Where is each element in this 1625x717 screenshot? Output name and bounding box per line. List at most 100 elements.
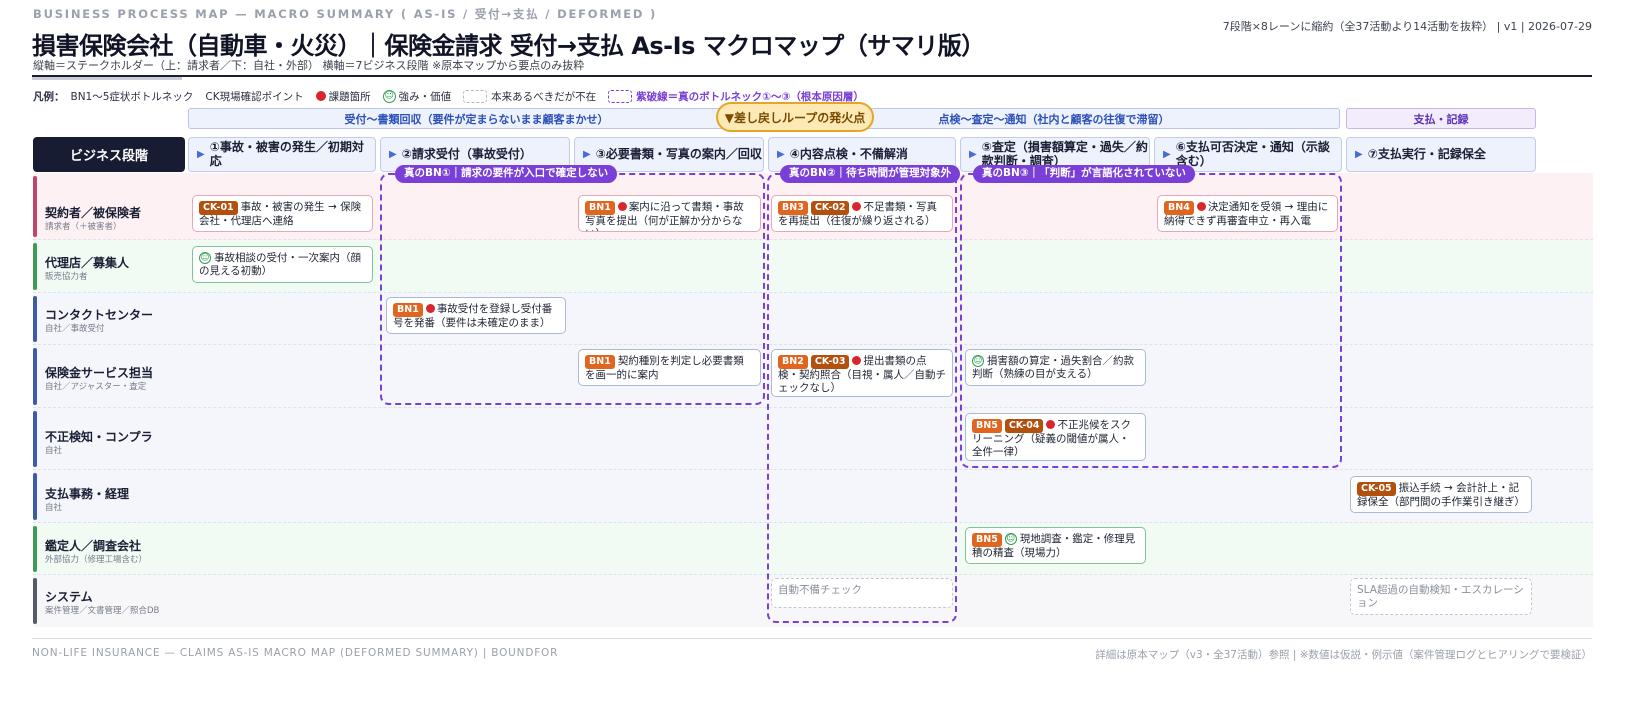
- issue-dot-icon: [852, 356, 862, 365]
- activity-card[interactable]: BN1案内に沿って書類・事故写真を提出（何が正解か分からない）: [578, 195, 761, 232]
- issue-dot-icon: [315, 91, 326, 101]
- lane-name: 契約者／被保険者: [45, 206, 142, 220]
- legend-issue-text: 課題箇所: [328, 90, 371, 103]
- bottleneck-tag: BN5: [972, 533, 1002, 547]
- purple-dashed-box-icon: [608, 89, 633, 103]
- activity-card[interactable]: BN5 CK-04 不正兆候をスクリーニング（疑義の閾値が属人・全件一律）: [965, 413, 1146, 461]
- activity-card[interactable]: BN5 ☺ 現地調査・鑑定・修理見積の精査（現場力）: [965, 527, 1146, 564]
- issue-dot-icon: [852, 202, 862, 211]
- root-cause-label-2: 真のBN②｜待ち時間が管理対象外: [780, 165, 961, 183]
- bottleneck-tag: BN4: [1164, 201, 1194, 215]
- activity-card[interactable]: CK-01 事故・被害の発生 → 保険会社・代理店へ連絡: [192, 195, 373, 232]
- stage-2-label: ②請求受付（事故受付）: [401, 146, 532, 161]
- lane-color-bar: [33, 243, 37, 290]
- lane-name: 不正検知・コンプラ: [45, 430, 153, 444]
- activity-card[interactable]: BN3 CK-02 不足書類・写真を再提出（往復が繰り返される）: [771, 195, 953, 232]
- lane-name: 鑑定人／調査会社: [45, 539, 142, 553]
- header-kicker: BUSINESS PROCESS MAP — MACRO SUMMARY ( A…: [33, 7, 658, 21]
- lane-color-bar: [33, 578, 37, 624]
- root-cause-label-1: 真のBN①｜請求の要件が入口で確定しない: [395, 165, 618, 183]
- footer-right: 詳細は原本マップ（v3・全37活動）参照 | ※数値は仮説・例示値（案件管理ログ…: [1095, 649, 1592, 661]
- check-tag: CK-03: [810, 355, 850, 369]
- phase-header-intake: 受付〜書類回収（要件が定まらないまま顧客まかせ）: [188, 108, 765, 129]
- stage-7-label: ⑦支払実行・記録保全: [1367, 146, 1486, 161]
- header-divider: [32, 75, 1592, 77]
- lane-sub: 外部協力（修理工場含む）: [45, 555, 148, 565]
- lane-name: 支払事務・経理: [45, 487, 130, 501]
- root-cause-box-2: [767, 173, 957, 623]
- legend-ck: CK現場確認ポイント: [205, 90, 304, 103]
- lane-name: 保険金サービス担当: [45, 366, 154, 380]
- bottleneck-tag: BN5: [972, 419, 1002, 433]
- check-tag: CK-04: [1004, 419, 1044, 433]
- issue-dot-icon: [1196, 202, 1206, 211]
- activity-card[interactable]: BN1 事故受付を登録し受付番号を発番（要件は未確定のまま）: [386, 297, 566, 334]
- activity-card[interactable]: CK-05 振込手続 → 会計計上・記録保全（部門間の手作業引き継ぎ）: [1350, 476, 1532, 513]
- phase-header-payment: 支払・記録: [1346, 108, 1536, 129]
- triangle-right-icon: ▶: [1355, 148, 1363, 160]
- triangle-right-icon: ▶: [389, 148, 397, 160]
- issue-dot-icon: [617, 202, 627, 211]
- triangle-right-icon: ▶: [969, 148, 977, 160]
- card-text: SLA超過の自動検知・エスカレーション: [1357, 584, 1524, 609]
- lane-sub: 請求者（＋被害者）: [45, 222, 122, 232]
- triangle-right-icon: ▶: [197, 148, 205, 160]
- stage-1: ▶ ①事故・被害の発生／初期対応: [188, 137, 376, 172]
- lane-sub: 販売協力者: [45, 272, 88, 282]
- lane-sub: 自社: [45, 446, 63, 456]
- header-divider-accent: [32, 77, 182, 80]
- lane-color-bar: [33, 176, 37, 237]
- legend-strength-text: 強み・価値: [398, 90, 452, 103]
- version-meta: 7段階×8レーンに縮約（全37活動より14活動を抜粋） | v1 | 2026-…: [1222, 20, 1592, 33]
- loop-origin-badge: ▼差し戻しループの発火点: [716, 102, 874, 132]
- smile-icon: ☺: [972, 355, 984, 367]
- activity-card[interactable]: BN2 CK-03 提出書類の点検・契約照合（目視・属人／自動チェックなし）: [771, 349, 953, 397]
- triangle-right-icon: ▶: [1163, 148, 1171, 160]
- stage-6-label: ⑥支払可否決定・通知（示談含む）: [1175, 139, 1330, 168]
- root-cause-label-3: 真のBN③｜「判断」が言語化されていない: [973, 165, 1195, 183]
- check-tag: CK-01: [199, 201, 238, 215]
- missing-activity-card[interactable]: 自動不備チェック: [771, 578, 953, 608]
- lane-color-bar: [33, 473, 37, 520]
- activity-card[interactable]: ☺ 損害額の算定・過失割合／約款判断（熟練の目が支える）: [965, 349, 1146, 386]
- activity-card[interactable]: ☺ 事故相談の受付・一次案内（顔の見える初動）: [192, 246, 373, 283]
- footer-divider: [32, 638, 1592, 639]
- bottleneck-tag: BN1: [585, 201, 615, 215]
- check-tag: CK-02: [810, 201, 850, 215]
- legend-strength: ☺ 強み・価値: [382, 89, 452, 104]
- legend-missing: 本来あるべきだが不在: [463, 89, 596, 104]
- legend-missing-text: 本来あるべきだが不在: [491, 90, 597, 103]
- lane-sub: 自社／事故受付: [45, 324, 105, 334]
- stage-4-label: ④内容点検・不備解消: [789, 146, 908, 161]
- card-text: 自動不備チェック: [778, 584, 862, 596]
- issue-dot-icon: [425, 304, 435, 313]
- dashed-box-icon: [463, 89, 488, 103]
- legend-label: 凡例：: [33, 90, 65, 103]
- card-text: 事故相談の受付・一次案内（顔の見える初動）: [199, 252, 361, 277]
- page-title: 損害保険会社（自動車・火災）｜保険金請求 受付→支払 As-Is マクロマップ（…: [32, 32, 985, 60]
- bottleneck-tag: BN2: [778, 355, 808, 369]
- check-tag: CK-05: [1357, 482, 1396, 496]
- triangle-right-icon: ▶: [583, 148, 591, 160]
- lane-name: コンタクトセンター: [45, 308, 154, 322]
- lane-color-bar: [33, 526, 37, 572]
- missing-activity-card[interactable]: SLA超過の自動検知・エスカレーション: [1350, 578, 1532, 615]
- stage-1-label: ①事故・被害の発生／初期対応: [209, 139, 364, 168]
- lane-color-bar: [33, 348, 37, 405]
- stage-7: ▶ ⑦支払実行・記録保全: [1346, 137, 1536, 172]
- lane-name: システム: [45, 590, 93, 604]
- lane-sub: 案件管理／文書管理／照合DB: [45, 606, 160, 616]
- smile-icon: ☺: [382, 89, 396, 103]
- bottleneck-tag: BN1: [393, 303, 423, 317]
- lane-name: 代理店／募集人: [45, 256, 130, 270]
- stage-header-label: ビジネス段階: [33, 137, 185, 172]
- issue-dot-icon: [1046, 420, 1056, 429]
- footer-left: NON-LIFE INSURANCE — CLAIMS AS-IS MACRO …: [32, 647, 559, 659]
- legend-issue: 課題箇所: [315, 89, 371, 104]
- activity-card[interactable]: BN4 決定通知を受領 → 理由に納得できず再審査申立・再入電: [1157, 195, 1338, 232]
- activity-card[interactable]: BN1 契約種別を判定し必要書類を画一的に案内: [578, 349, 761, 386]
- stage-3-label: ③必要書類・写真の案内／回収: [595, 146, 762, 161]
- lane-color-bar: [33, 296, 37, 342]
- page-subtitle: 縦軸＝ステークホルダー（上：請求者／下：自社・外部） 横軸＝7ビジネス段階 ※原…: [33, 59, 585, 72]
- smile-icon: ☺: [199, 252, 211, 264]
